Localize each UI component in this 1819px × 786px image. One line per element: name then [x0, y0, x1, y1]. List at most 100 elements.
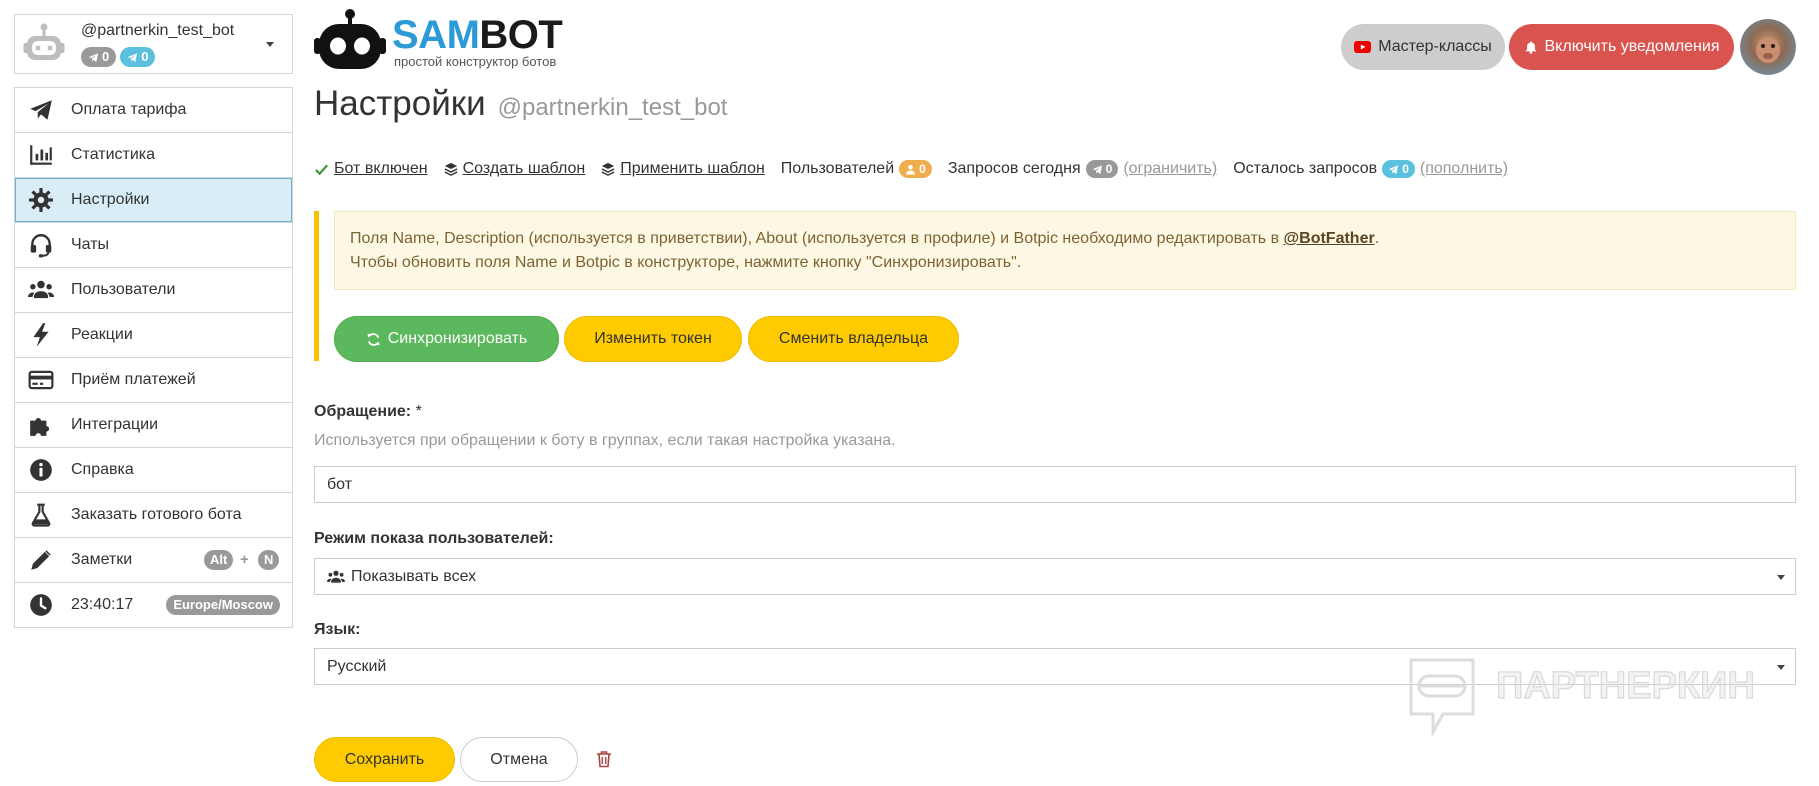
clock-icon: [28, 592, 54, 618]
info-icon: [28, 457, 54, 483]
sidebar-item-label: Приём платежей: [71, 371, 196, 388]
bot-selector[interactable]: @partnerkin_test_bot 0 0: [14, 14, 293, 74]
trash-icon[interactable]: [596, 750, 612, 768]
requests-left-label: Осталось запросов: [1233, 160, 1378, 177]
sidebar-item-label: Реакции: [71, 326, 133, 343]
sync-button[interactable]: Синхронизировать: [334, 316, 559, 362]
save-label: Сохранить: [344, 750, 425, 768]
user-icon: [905, 164, 916, 175]
language-select[interactable]: Русский: [314, 648, 1796, 685]
address-label: Обращение: *: [314, 403, 422, 421]
puzzle-icon: [28, 412, 54, 438]
alert-line-1-text: Поля Name, Description (используется в п…: [350, 230, 1284, 247]
sidebar-item-settings[interactable]: Настройки: [15, 178, 292, 223]
bot-username: @partnerkin_test_bot: [81, 22, 235, 39]
apply-template[interactable]: Применить шаблон: [601, 160, 765, 178]
sidebar-item-label: Статистика: [71, 146, 156, 163]
flask-icon: [28, 502, 54, 528]
change-token-button[interactable]: Изменить токен: [564, 316, 742, 362]
user-avatar[interactable]: [1740, 19, 1796, 75]
requests-left-badge: 0: [1382, 160, 1415, 178]
bar-chart-icon: [28, 142, 54, 168]
bot-status-bar: Бот включен Создать шаблон Применить шаб…: [314, 158, 1524, 180]
requests-today-stat: Запросов сегодня 0 (ограничить): [948, 160, 1217, 178]
sidebar-item-chats[interactable]: Чаты: [15, 223, 292, 268]
page-title: Настройки @partnerkin_test_bot: [314, 84, 727, 124]
logo-bot: BOT: [479, 13, 563, 57]
layers-icon: [601, 162, 615, 176]
sidebar-item-notes[interactable]: Заметки Alt + N: [15, 538, 292, 583]
bot-enabled-link[interactable]: Бот включен: [334, 160, 428, 178]
credit-card-icon: [28, 367, 54, 393]
sidebar-item-label: Чаты: [71, 236, 110, 253]
shortcut-plus: +: [240, 551, 249, 568]
users-stat: Пользователей 0: [781, 160, 932, 178]
create-template[interactable]: Создать шаблон: [444, 160, 586, 178]
sidebar-clock: 23:40:17 Europe/Moscow: [15, 583, 292, 628]
sidebar-item-integrations[interactable]: Интеграции: [15, 403, 292, 448]
sidebar-item-label: Настройки: [71, 191, 150, 208]
users-count: 0: [919, 162, 926, 176]
shortcut-key-alt: Alt: [204, 550, 234, 570]
cancel-button[interactable]: Отмена: [460, 737, 578, 782]
apply-template-link[interactable]: Применить шаблон: [620, 160, 765, 178]
user-display-select[interactable]: Показывать всех: [314, 558, 1796, 595]
bot-enabled-toggle[interactable]: Бот включен: [314, 160, 428, 178]
address-input[interactable]: [314, 466, 1796, 503]
telegram-icon: [1092, 164, 1103, 175]
layers-icon: [444, 162, 458, 176]
sidebar-item-reactions[interactable]: Реакции: [15, 313, 292, 358]
sidebar-item-payments[interactable]: Приём платежей: [15, 358, 292, 403]
clock-time: 23:40:17: [71, 596, 134, 613]
user-display-label: Режим показа пользователей:: [314, 530, 554, 547]
requests-left-stat: Осталось запросов 0 (пополнить): [1233, 160, 1508, 178]
sidebar-item-order-bot[interactable]: Заказать готового бота: [15, 493, 292, 538]
notify-label: Включить уведомления: [1544, 38, 1720, 55]
gear-icon: [28, 187, 54, 213]
requests-left-count: 0: [1402, 162, 1409, 176]
check-icon: [314, 162, 329, 177]
sidebar-item-help[interactable]: Справка: [15, 448, 292, 493]
page-title-text: Настройки: [314, 84, 486, 123]
sidebar-item-label: Пользователи: [71, 281, 176, 298]
bot-badge-blue-count: 0: [141, 49, 149, 64]
sidebar-item-statistics[interactable]: Статистика: [15, 133, 292, 178]
limit-link[interactable]: (ограничить): [1123, 160, 1217, 178]
logo-wordmark: SAMBOT: [392, 13, 563, 57]
alert-line-1: Поля Name, Description (используется в п…: [350, 227, 1780, 251]
botfather-alert-section: Поля Name, Description (используется в п…: [314, 211, 1796, 362]
user-display-value: Показывать всех: [351, 567, 477, 585]
save-button[interactable]: Сохранить: [314, 737, 455, 782]
topup-link[interactable]: (пополнить): [1420, 160, 1508, 178]
change-owner-button[interactable]: Сменить владельца: [748, 316, 959, 362]
sidebar-item-label: Интеграции: [71, 416, 159, 433]
users-count-badge: 0: [899, 160, 932, 178]
create-template-link[interactable]: Создать шаблон: [463, 160, 586, 178]
sync-icon: [366, 332, 381, 347]
sidebar-item-users[interactable]: Пользователи: [15, 268, 292, 313]
requests-today-badge: 0: [1085, 160, 1119, 178]
bot-badge-gray-count: 0: [102, 49, 110, 64]
bell-icon: [1524, 40, 1538, 54]
chevron-down-icon: [266, 42, 274, 47]
sambot-logo[interactable]: SAMBOT простой конструктор ботов: [314, 8, 574, 72]
sidebar-item-label: Заметки: [71, 551, 133, 568]
telegram-icon: [88, 52, 99, 63]
sidebar-item-label: Оплата тарифа: [71, 101, 187, 118]
shortcut-key-n: N: [258, 550, 280, 570]
address-help: Используется при обращении к боту в груп…: [314, 432, 896, 449]
botfather-link[interactable]: @BotFather: [1284, 230, 1375, 247]
change-token-label: Изменить токен: [594, 330, 712, 347]
chevron-down-icon: [1777, 665, 1785, 670]
botfather-alert: Поля Name, Description (используется в п…: [334, 211, 1796, 290]
alert-line-2: Чтобы обновить поля Name и Botpic в конс…: [350, 254, 1022, 271]
alert-line-1-end: .: [1374, 230, 1380, 247]
sidebar-item-payment[interactable]: Оплата тарифа: [15, 88, 292, 133]
users-stat-label: Пользователей: [780, 160, 895, 177]
masterclass-button[interactable]: Мастер-классы: [1341, 24, 1505, 70]
enable-notifications-button[interactable]: Включить уведомления: [1509, 24, 1734, 70]
cancel-label: Отмена: [490, 750, 548, 768]
pencil-icon: [28, 547, 54, 573]
bot-badge-blue: 0: [120, 47, 156, 67]
users-icon: [327, 568, 345, 586]
